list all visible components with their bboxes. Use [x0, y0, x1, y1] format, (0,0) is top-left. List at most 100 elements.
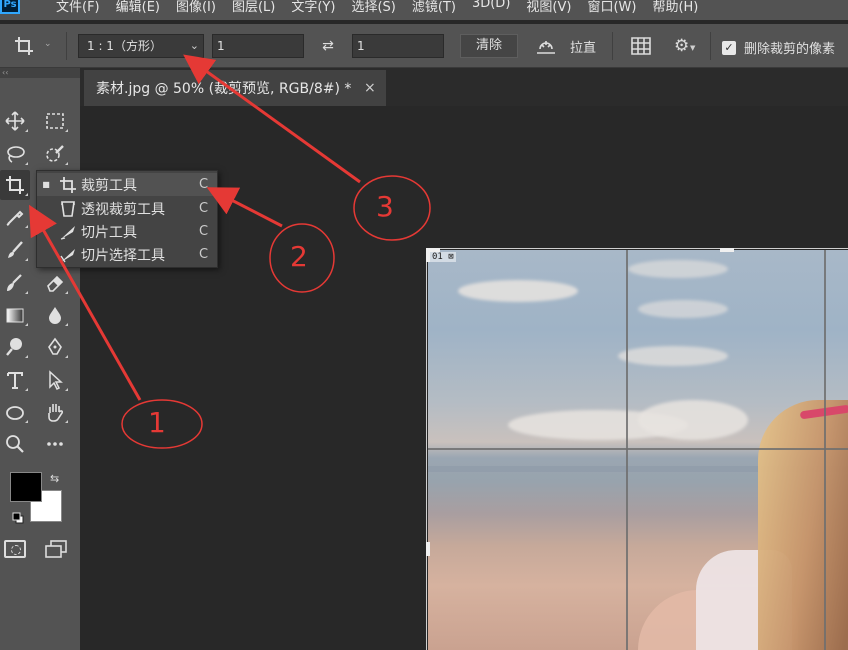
crop-handle[interactable] — [720, 248, 734, 252]
blur-tool[interactable] — [40, 300, 70, 330]
chevron-down-icon: ⌄ — [189, 39, 199, 52]
clone-stamp-tool[interactable] — [0, 268, 30, 298]
width-field[interactable]: 1 — [212, 34, 304, 58]
perspective-crop-icon — [61, 200, 75, 217]
close-icon[interactable]: × — [364, 80, 376, 96]
pen-tool[interactable] — [40, 332, 70, 362]
straighten-button[interactable]: 拉直 — [534, 34, 596, 58]
quick-selection-tool[interactable] — [40, 139, 70, 169]
crop-handle[interactable] — [426, 248, 430, 262]
shortcut-key: C — [199, 177, 209, 192]
menu-3d[interactable]: 3D(D) — [464, 0, 518, 15]
divider — [612, 32, 613, 60]
cloud — [618, 346, 728, 366]
type-icon — [7, 372, 23, 389]
move-tool[interactable] — [0, 106, 30, 136]
more-tools[interactable] — [40, 429, 70, 459]
lasso-icon — [7, 146, 25, 163]
stamp-icon — [7, 274, 22, 291]
document-image[interactable]: 01 ⊠ — [428, 250, 848, 650]
cloud — [638, 300, 728, 318]
default-colors-icon[interactable] — [12, 512, 24, 524]
zoom-tool[interactable] — [0, 429, 30, 459]
arrow-cursor-icon — [49, 370, 63, 391]
eyedropper-icon — [6, 210, 24, 226]
eraser-icon — [47, 275, 64, 292]
dodge-icon — [6, 338, 22, 356]
foreground-color-swatch[interactable] — [10, 472, 42, 502]
flyout-item-label: 透视裁剪工具 — [81, 201, 165, 218]
slice-label: 01 ⊠ — [430, 252, 456, 262]
quick-mask-icon[interactable] — [4, 540, 26, 558]
crop-handle[interactable] — [426, 542, 430, 556]
tool-preset-picker[interactable]: ⌄ — [14, 36, 54, 56]
swap-colors-icon[interactable]: ⇆ — [50, 472, 59, 485]
height-field[interactable]: 1 — [352, 34, 444, 58]
gradient-icon — [6, 308, 24, 323]
checkbox-checked[interactable]: ✓ — [722, 40, 736, 55]
menu-window[interactable]: 窗口(W) — [579, 0, 644, 15]
brush-tool[interactable] — [0, 235, 30, 265]
hand-tool[interactable] — [40, 397, 70, 427]
eraser-tool[interactable] — [40, 268, 70, 298]
flyout-item-slice[interactable]: 切片工具 C — [37, 220, 217, 243]
lasso-tool[interactable] — [0, 139, 30, 169]
cloud — [458, 280, 578, 302]
delete-cropped-pixels-checkbox[interactable]: ✓ 删除裁剪的像素 — [722, 38, 835, 57]
drop-icon — [49, 307, 61, 324]
crop-icon — [15, 37, 33, 55]
ratio-value: 1 : 1（方形） — [87, 39, 162, 53]
menu-filter[interactable]: 滤镜(T) — [404, 0, 464, 15]
eyedropper-tool[interactable] — [0, 202, 30, 232]
marquee-tool[interactable] — [40, 106, 70, 136]
annotation-label-1: 1 — [148, 406, 166, 439]
chevron-down-icon: ⌄ — [44, 39, 52, 49]
path-selection-tool[interactable] — [40, 365, 70, 395]
straighten-label: 拉直 — [570, 40, 597, 56]
crop-tool[interactable] — [0, 170, 30, 200]
toolbar-collapse-grip[interactable]: ‹‹ — [0, 68, 80, 78]
menu-bar: Ps 文件(F) 编辑(E) 图像(I) 图层(L) 文字(Y) 选择(S) 滤… — [0, 0, 848, 20]
clear-button[interactable]: 清除 — [460, 34, 518, 58]
crop-icon — [60, 176, 76, 193]
crop-grid-line — [428, 448, 848, 450]
brush-icon — [8, 241, 23, 258]
gradient-tool[interactable] — [0, 300, 30, 330]
slice-select-icon — [60, 248, 75, 262]
divider — [66, 32, 67, 60]
document-tab[interactable]: 素材.jpg @ 50% (裁剪预览, RGB/8#) * × — [84, 70, 386, 106]
menu-edit[interactable]: 编辑(E) — [108, 0, 168, 15]
ratio-select[interactable]: 1 : 1（方形） ⌄ — [78, 34, 204, 58]
menu-view[interactable]: 视图(V) — [518, 0, 579, 15]
swap-icon[interactable]: ⇄ — [318, 38, 338, 54]
menu-help[interactable]: 帮助(H) — [644, 0, 706, 15]
menu-select[interactable]: 选择(S) — [343, 0, 403, 15]
flyout-item-label: 切片选择工具 — [81, 247, 165, 264]
move-icon — [5, 111, 25, 131]
cloud — [628, 260, 728, 278]
flyout-item-crop[interactable]: ■ 裁剪工具 C — [37, 173, 217, 196]
chevron-down-icon: ▼ — [690, 44, 696, 52]
type-tool[interactable] — [0, 365, 30, 395]
grid-overlay-icon[interactable] — [630, 36, 652, 56]
menu-layer[interactable]: 图层(L) — [224, 0, 283, 15]
ellipsis-icon — [47, 442, 63, 446]
screen-mode-icon[interactable] — [44, 540, 68, 558]
options-bar: ⌄ 1 : 1（方形） ⌄ 1 ⇄ 1 清除 拉直 ⚙ ▼ ✓ 删除裁剪的像素 — [0, 24, 848, 68]
menu-file[interactable]: 文件(F) — [48, 0, 108, 15]
divider — [710, 32, 711, 60]
crop-grid-line — [626, 250, 628, 650]
crop-tool-flyout: ■ 裁剪工具 C 透视裁剪工具 C 切片工具 C 切片选择工具 C — [36, 170, 218, 268]
crop-grid-line — [824, 250, 826, 650]
dodge-tool[interactable] — [0, 332, 30, 362]
pen-icon — [48, 337, 62, 355]
menu-list: 文件(F) 编辑(E) 图像(I) 图层(L) 文字(Y) 选择(S) 滤镜(T… — [48, 0, 706, 15]
ellipse-icon — [6, 406, 24, 420]
crop-icon — [6, 176, 24, 194]
flyout-item-perspective-crop[interactable]: 透视裁剪工具 C — [37, 197, 217, 220]
menu-image[interactable]: 图像(I) — [168, 0, 224, 15]
quick-selection-icon — [46, 145, 64, 162]
flyout-item-slice-select[interactable]: 切片选择工具 C — [37, 243, 217, 266]
menu-type[interactable]: 文字(Y) — [283, 0, 343, 15]
shape-tool[interactable] — [0, 397, 30, 427]
